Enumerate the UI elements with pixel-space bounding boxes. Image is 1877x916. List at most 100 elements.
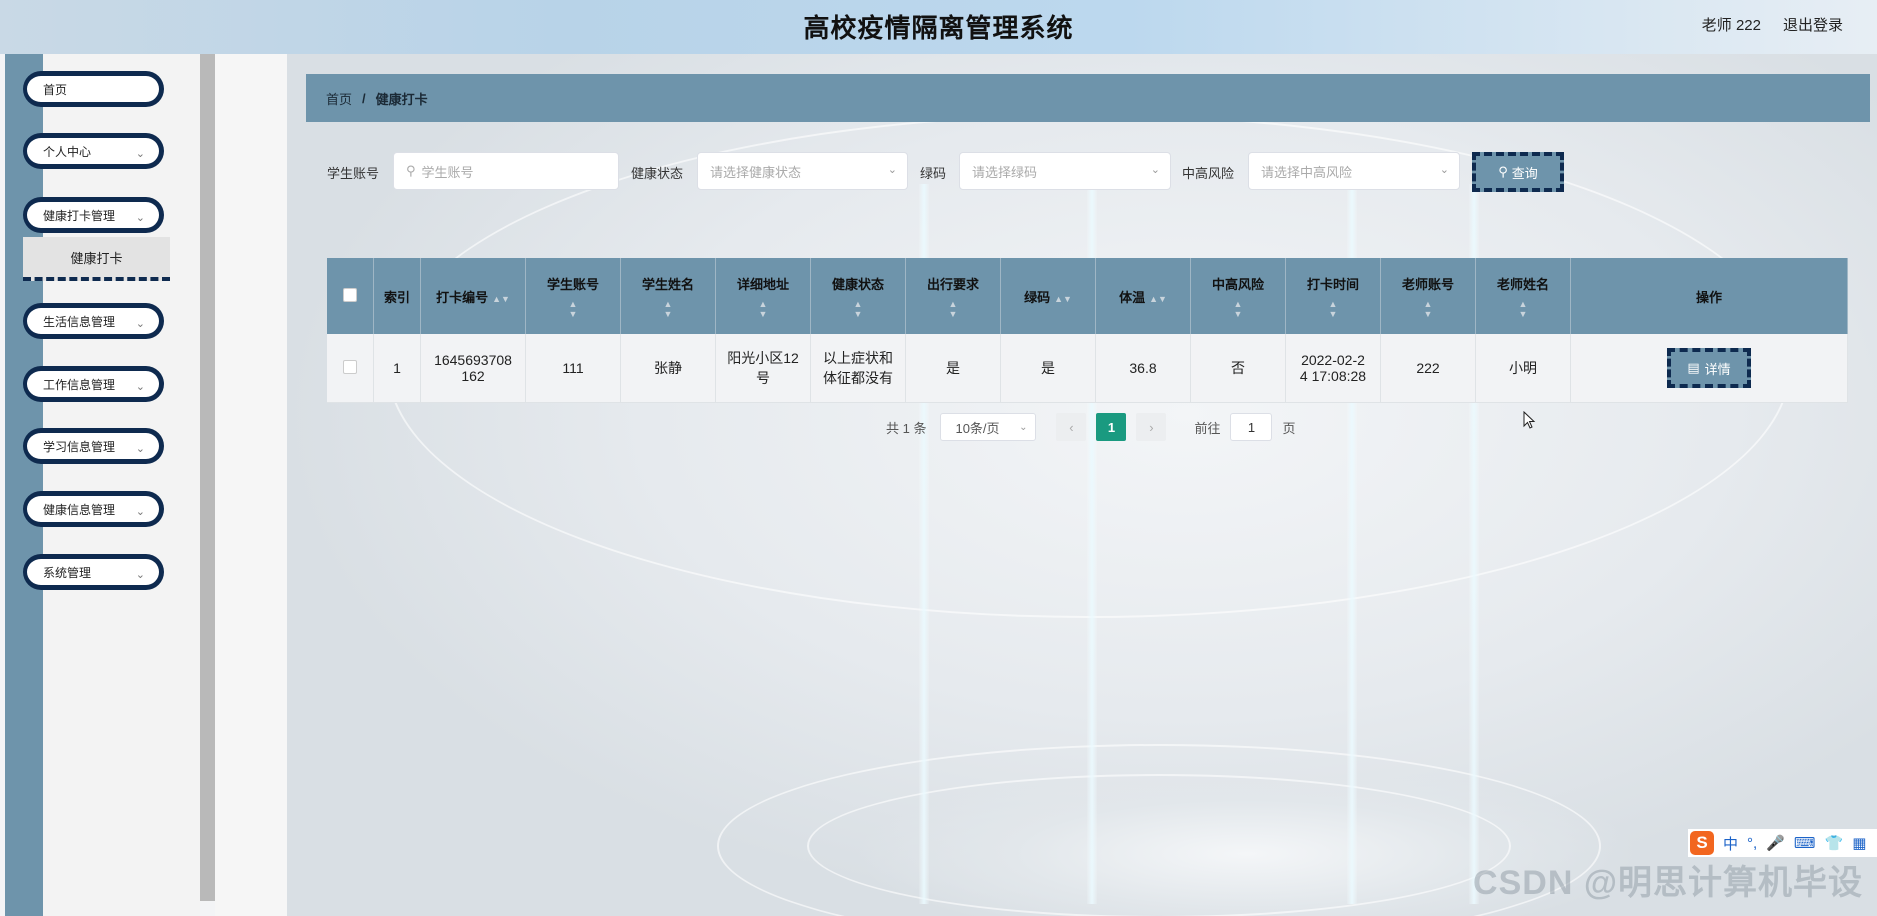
col-header-sortable[interactable]: 老师姓名 ▲ ▼	[1475, 258, 1571, 334]
keyboard-icon[interactable]: ⌨	[1794, 834, 1816, 852]
sidebar-item-life-info-mgmt[interactable]: 生活信息管理 ⌄	[23, 303, 164, 339]
sidebar-item-label: 工作信息管理	[43, 377, 116, 392]
health-status-select[interactable]: 请选择健康状态 ⌄	[697, 152, 908, 190]
green-code-select[interactable]: 请选择绿码 ⌄	[959, 152, 1171, 190]
col-header-sortable[interactable]: 学生姓名 ▲ ▼	[620, 258, 716, 334]
skin-icon[interactable]: 👕	[1825, 834, 1844, 852]
col-label: 详细地址	[736, 276, 789, 292]
col-header-sortable[interactable]: 打卡编号 ▲▼	[420, 258, 526, 334]
cell-text: 号	[756, 370, 770, 386]
col-header-sortable[interactable]: 详细地址 ▲ ▼	[715, 258, 811, 334]
cell-address: 阳光小区12 号	[715, 334, 811, 403]
sidebar-item-home[interactable]: 首页	[23, 71, 164, 107]
cell-text: 4 17:08:28	[1299, 368, 1367, 384]
logout-link[interactable]: 退出登录	[1783, 14, 1843, 35]
col-header-sortable[interactable]: 学生账号 ▲ ▼	[525, 258, 621, 334]
page-size-select[interactable]: 10条/页 ⌄	[940, 413, 1037, 441]
top-header: 高校疫情隔离管理系统 老师 222 退出登录	[0, 0, 1877, 54]
cell-teacher-name: 小明	[1475, 334, 1571, 403]
detail-button-label: 详情	[1704, 361, 1731, 377]
breadcrumb-separator: /	[362, 90, 366, 106]
sidebar-item-personal-center[interactable]: 个人中心 ⌄	[23, 133, 164, 169]
chevron-down-icon: ⌄	[135, 318, 145, 330]
search-icon: ⚲	[406, 163, 416, 178]
col-label: 体温	[1119, 289, 1146, 305]
green-code-placeholder: 请选择绿码	[972, 164, 1038, 180]
student-account-placeholder: 学生账号	[421, 164, 474, 180]
cell-health-status: 以上症状和 体征都没有	[810, 334, 906, 403]
sort-icon[interactable]: ▲▼	[720, 299, 806, 319]
cell-teacher-account: 222	[1380, 334, 1476, 403]
sort-icon[interactable]: ▲▼	[1290, 299, 1376, 319]
col-header-sortable[interactable]: 健康状态 ▲ ▼	[810, 258, 906, 334]
grid-icon[interactable]: ▦	[1852, 834, 1866, 852]
chevron-down-icon: ⌄	[135, 212, 145, 224]
sort-icon[interactable]: ▲▼	[492, 294, 510, 304]
sort-icon[interactable]: ▲▼	[1480, 299, 1566, 319]
sort-icon[interactable]: ▲▼	[1149, 294, 1167, 304]
sidebar-subitem-health-checkin[interactable]: 健康打卡	[23, 237, 170, 281]
sort-icon[interactable]: ▲▼	[625, 299, 711, 319]
col-header-sortable[interactable]: 打卡时间 ▲ ▼	[1285, 258, 1381, 334]
detail-button[interactable]: ▤ 详情	[1667, 348, 1751, 388]
watermark: CSDN @明思计算机毕设	[1473, 864, 1863, 902]
risk-placeholder: 请选择中高风险	[1261, 164, 1353, 180]
microphone-icon[interactable]: 🎤	[1766, 834, 1785, 852]
chevron-down-icon: ⌄	[1150, 164, 1160, 176]
col-header-sortable[interactable]: 体温 ▲▼	[1095, 258, 1191, 334]
col-label: 学生姓名	[641, 276, 694, 292]
sidebar-item-study-info-mgmt[interactable]: 学习信息管理 ⌄	[23, 428, 164, 464]
document-icon: ▤	[1687, 360, 1700, 375]
ime-mode[interactable]: 中	[1723, 833, 1738, 854]
sidebar-scrollbar[interactable]	[200, 54, 215, 901]
chevron-down-icon: ⌄	[135, 569, 145, 581]
col-header-sortable[interactable]: 出行要求 ▲ ▼	[905, 258, 1001, 334]
sort-icon[interactable]: ▲▼	[1054, 294, 1072, 304]
breadcrumb-current: 健康打卡	[375, 91, 428, 107]
sidebar-item-work-info-mgmt[interactable]: 工作信息管理 ⌄	[23, 366, 164, 402]
col-label: 老师账号	[1401, 276, 1454, 292]
cell-risk: 否	[1190, 334, 1286, 403]
sidebar-item-label: 系统管理	[43, 565, 92, 580]
select-all-checkbox[interactable]	[343, 287, 357, 302]
goto-page-input[interactable]: 1	[1230, 413, 1273, 441]
sidebar-item-health-checkin-mgmt[interactable]: 健康打卡管理 ⌄	[23, 197, 164, 233]
health-status-label: 健康状态	[631, 166, 684, 181]
col-label: 操作	[1695, 289, 1722, 305]
col-header-sortable[interactable]: 中高风险 ▲ ▼	[1190, 258, 1286, 334]
risk-select[interactable]: 请选择中高风险 ⌄	[1248, 152, 1460, 190]
ime-logo-icon[interactable]: S	[1690, 831, 1714, 855]
col-label: 中高风险	[1211, 276, 1264, 292]
cell-record-no: 1645693708 162	[420, 334, 526, 403]
sort-icon[interactable]: ▲▼	[1385, 299, 1471, 319]
cell-student-account: 111	[525, 334, 621, 403]
sort-icon[interactable]: ▲▼	[910, 299, 996, 319]
cell-index: 1	[373, 334, 421, 403]
sidebar-item-system-mgmt[interactable]: 系统管理 ⌄	[23, 554, 164, 590]
col-label: 索引	[383, 289, 410, 305]
search-icon: ⚲	[1498, 164, 1508, 179]
punctuation-icon[interactable]: °,	[1747, 835, 1757, 852]
sort-icon[interactable]: ▲▼	[815, 299, 901, 319]
page-number-button[interactable]: 1	[1096, 413, 1127, 441]
sidebar-item-label: 学习信息管理	[43, 439, 116, 454]
chevron-down-icon: ⌄	[135, 506, 145, 518]
col-label: 打卡时间	[1306, 276, 1359, 292]
next-page-button[interactable]: ›	[1136, 413, 1167, 441]
total-count: 共 1 条	[886, 420, 927, 436]
sort-icon[interactable]: ▲▼	[1195, 299, 1281, 319]
sidebar-item-health-info-mgmt[interactable]: 健康信息管理 ⌄	[23, 491, 164, 527]
breadcrumb-home[interactable]: 首页	[326, 89, 352, 108]
col-header-sortable[interactable]: 绿码 ▲▼	[1000, 258, 1096, 334]
health-status-placeholder: 请选择健康状态	[710, 164, 802, 180]
col-header-sortable[interactable]: 老师账号 ▲ ▼	[1380, 258, 1476, 334]
chevron-down-icon: ⌄	[135, 148, 145, 160]
col-label: 打卡编号	[436, 289, 489, 305]
search-button[interactable]: ⚲ 查询	[1472, 152, 1564, 192]
user-label[interactable]: 老师 222	[1702, 14, 1761, 35]
prev-page-button[interactable]: ‹	[1056, 413, 1087, 441]
row-checkbox[interactable]	[343, 359, 357, 374]
breadcrumb: 首页 / 健康打卡	[306, 74, 1870, 122]
sort-icon[interactable]: ▲▼	[530, 299, 616, 319]
student-account-input[interactable]: ⚲ 学生账号	[393, 152, 619, 190]
